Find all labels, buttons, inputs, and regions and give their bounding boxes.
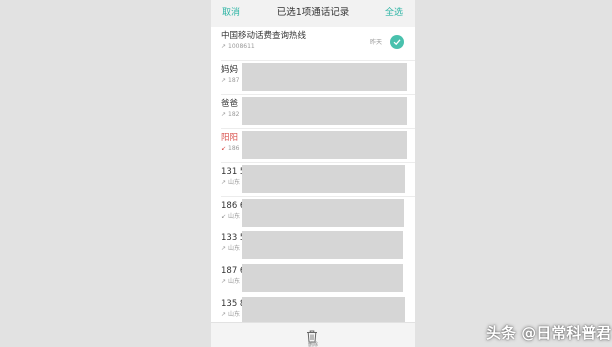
redacted-area bbox=[242, 231, 403, 259]
call-contact-name: 爸爸 bbox=[221, 99, 239, 109]
delete-label[interactable]: 删除 bbox=[211, 342, 415, 347]
redacted-area bbox=[242, 199, 404, 227]
call-detail: ↗ 182 bbox=[221, 111, 239, 119]
selected-check-icon[interactable] bbox=[390, 35, 404, 49]
call-detail: ↗ 山东 bbox=[221, 278, 240, 286]
call-contact-name: 妈妈 bbox=[221, 65, 239, 75]
select-all-button[interactable]: 全选 bbox=[385, 8, 403, 18]
call-log-item[interactable]: 妈妈 ↗ 187 bbox=[211, 61, 415, 95]
redacted-area bbox=[242, 97, 407, 125]
call-detail: ↗ 187 bbox=[221, 77, 239, 85]
call-location: 山东 bbox=[228, 278, 241, 285]
call-log-item[interactable]: 131 5 ↗ 山东 bbox=[211, 163, 415, 197]
call-location: 山东 bbox=[228, 213, 241, 220]
call-detail: ↗ 山东 bbox=[221, 311, 240, 319]
call-number: 187 bbox=[228, 77, 240, 84]
call-log-item[interactable]: 133 5 ↗ 山东 bbox=[211, 229, 415, 263]
call-location: 山东 bbox=[228, 311, 241, 318]
selection-header: 取消 已选1项通话记录 全选 bbox=[211, 0, 415, 26]
missed-call-icon: ↙ bbox=[221, 145, 227, 152]
call-detail: ↗ 山东 bbox=[221, 245, 240, 253]
call-contact-name: 中国移动话费查询热线 bbox=[221, 31, 307, 41]
call-detail: ↙ 186 bbox=[221, 145, 239, 153]
redacted-area bbox=[242, 297, 405, 325]
call-time: 昨天 bbox=[369, 39, 382, 46]
outgoing-call-icon: ↗ bbox=[221, 43, 227, 50]
outgoing-call-icon: ↗ bbox=[221, 77, 227, 84]
call-log-item[interactable]: 爸爸 ↗ 182 bbox=[211, 95, 415, 129]
call-log-item[interactable]: 阳阳 ↙ 186 bbox=[211, 129, 415, 163]
call-log-item[interactable]: 187 6 ↗ 山东 bbox=[211, 262, 415, 296]
incoming-call-icon: ↙ bbox=[221, 213, 227, 220]
outgoing-call-icon: ↗ bbox=[221, 179, 227, 186]
outgoing-call-icon: ↗ bbox=[221, 111, 227, 118]
outgoing-call-icon: ↗ bbox=[221, 278, 227, 285]
call-location: 山东 bbox=[228, 179, 241, 186]
outgoing-call-icon: ↗ bbox=[221, 245, 227, 252]
call-contact-name: 阳阳 bbox=[221, 133, 239, 143]
redacted-area bbox=[242, 264, 403, 292]
call-log-item[interactable]: 186 6 ↙ 山东 bbox=[211, 197, 415, 231]
call-detail: ↗ 1008611 bbox=[221, 43, 255, 51]
watermark-text: 头条 @日常科普君 bbox=[486, 324, 612, 342]
call-log-item[interactable]: 中国移动话费查询热线 ↗ 1008611 昨天 bbox=[211, 27, 415, 61]
call-detail: ↗ 山东 bbox=[221, 179, 240, 187]
call-number: 1008611 bbox=[228, 43, 255, 50]
redacted-area bbox=[242, 131, 407, 159]
call-number: 182 bbox=[228, 111, 240, 118]
call-location: 山东 bbox=[228, 245, 241, 252]
outgoing-call-icon: ↗ bbox=[221, 311, 227, 318]
call-number: 186 bbox=[228, 145, 240, 152]
phone-screen: 取消 已选1项通话记录 全选 中国移动话费查询热线 ↗ 1008611 昨天 妈妈… bbox=[211, 0, 415, 347]
redacted-area bbox=[242, 165, 405, 193]
bottom-toolbar: 删除 bbox=[211, 322, 415, 347]
call-detail: ↙ 山东 bbox=[221, 213, 240, 221]
redacted-area bbox=[242, 63, 407, 91]
